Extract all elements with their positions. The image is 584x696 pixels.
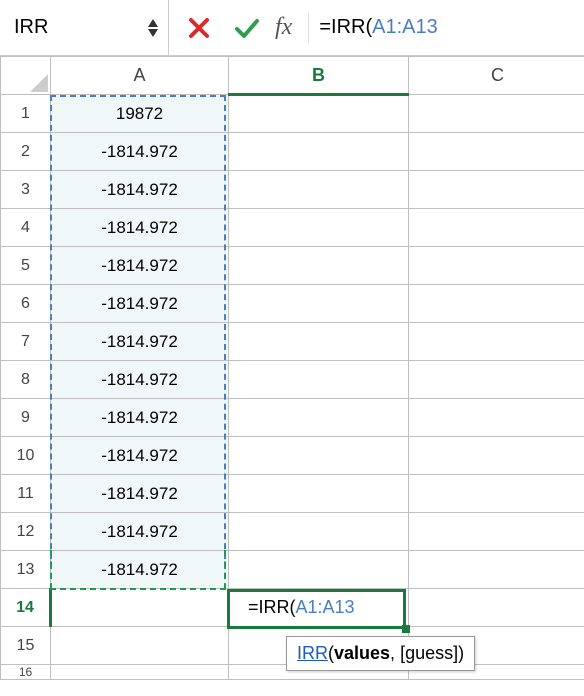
cell-b6[interactable] — [229, 285, 409, 323]
fx-label[interactable]: fx — [271, 14, 296, 41]
tooltip-arg-values[interactable]: values — [334, 643, 390, 663]
cell-b5[interactable] — [229, 247, 409, 285]
cell-c12[interactable] — [409, 513, 584, 551]
cell-a2[interactable]: -1814.972 — [51, 133, 229, 171]
cell-c7[interactable] — [409, 323, 584, 361]
select-all-corner[interactable] — [1, 57, 51, 95]
formula-input[interactable]: =IRR(A1:A13 — [315, 16, 580, 39]
cell-b2[interactable] — [229, 133, 409, 171]
cell-a13[interactable]: -1814.972 — [51, 551, 229, 589]
cell-a5[interactable]: -1814.972 — [51, 247, 229, 285]
cell-b12[interactable] — [229, 513, 409, 551]
row-header[interactable]: 10 — [1, 437, 51, 475]
spreadsheet-grid: A B C 119872 2-1814.972 3-1814.972 4-181… — [0, 56, 584, 680]
cell-b4[interactable] — [229, 209, 409, 247]
cell-a4[interactable]: -1814.972 — [51, 209, 229, 247]
cancel-button[interactable] — [175, 8, 223, 48]
check-icon — [234, 17, 260, 39]
row-header[interactable]: 4 — [1, 209, 51, 247]
cell-b13[interactable] — [229, 551, 409, 589]
cell-b7[interactable] — [229, 323, 409, 361]
col-header-a[interactable]: A — [51, 57, 229, 95]
cell-c9[interactable] — [409, 399, 584, 437]
cell-c5[interactable] — [409, 247, 584, 285]
col-header-c[interactable]: C — [409, 57, 584, 95]
cell-a12[interactable]: -1814.972 — [51, 513, 229, 551]
cell-b14[interactable] — [229, 589, 409, 627]
row-header[interactable]: 14 — [1, 589, 51, 627]
cell-a11[interactable]: -1814.972 — [51, 475, 229, 513]
cell-a15[interactable] — [51, 627, 229, 665]
column-header-row: A B C — [1, 57, 584, 95]
cell-a9[interactable]: -1814.972 — [51, 399, 229, 437]
formula-text-fn: =IRR( — [319, 16, 372, 38]
cell-b3[interactable] — [229, 171, 409, 209]
col-header-b[interactable]: B — [229, 57, 409, 95]
cell-c3[interactable] — [409, 171, 584, 209]
cell-a3[interactable]: -1814.972 — [51, 171, 229, 209]
cell-c10[interactable] — [409, 437, 584, 475]
chevron-down-icon — [146, 28, 160, 38]
cell-c13[interactable] — [409, 551, 584, 589]
cell-b1[interactable] — [229, 95, 409, 133]
cell-c11[interactable] — [409, 475, 584, 513]
cell-a14[interactable] — [51, 589, 229, 627]
row-header[interactable]: 15 — [1, 627, 51, 665]
cell-a1[interactable]: 19872 — [51, 95, 229, 133]
cell-b9[interactable] — [229, 399, 409, 437]
name-box-spinner[interactable] — [146, 18, 160, 38]
function-tooltip[interactable]: IRR(values, [guess]) — [286, 636, 475, 671]
row-header[interactable]: 12 — [1, 513, 51, 551]
confirm-button[interactable] — [223, 8, 271, 48]
cell-a7[interactable]: -1814.972 — [51, 323, 229, 361]
divider — [308, 13, 309, 43]
cell-a6[interactable]: -1814.972 — [51, 285, 229, 323]
cancel-icon — [188, 17, 210, 39]
grid-table[interactable]: A B C 119872 2-1814.972 3-1814.972 4-181… — [0, 56, 584, 680]
row-header[interactable]: 6 — [1, 285, 51, 323]
cell-a8[interactable]: -1814.972 — [51, 361, 229, 399]
cell-a10[interactable]: -1814.972 — [51, 437, 229, 475]
cell-a16[interactable] — [51, 665, 229, 680]
name-box[interactable]: IRR — [4, 0, 169, 55]
formula-icons: fx — [169, 8, 302, 48]
tooltip-arg-guess[interactable]: [guess] — [400, 643, 458, 663]
name-box-text: IRR — [14, 16, 146, 39]
row-header[interactable]: 2 — [1, 133, 51, 171]
cell-c1[interactable] — [409, 95, 584, 133]
cell-b8[interactable] — [229, 361, 409, 399]
cell-b11[interactable] — [229, 475, 409, 513]
formula-text-ref: A1:A13 — [372, 16, 438, 38]
row-header[interactable]: 9 — [1, 399, 51, 437]
row-header[interactable]: 7 — [1, 323, 51, 361]
row-header[interactable]: 11 — [1, 475, 51, 513]
cell-c4[interactable] — [409, 209, 584, 247]
row-header[interactable]: 13 — [1, 551, 51, 589]
chevron-up-icon — [146, 18, 160, 28]
row-header[interactable]: 16 — [1, 665, 51, 680]
cell-c2[interactable] — [409, 133, 584, 171]
cell-c6[interactable] — [409, 285, 584, 323]
row-header[interactable]: 3 — [1, 171, 51, 209]
cell-b10[interactable] — [229, 437, 409, 475]
row-header[interactable]: 1 — [1, 95, 51, 133]
cell-c14[interactable] — [409, 589, 584, 627]
cell-c8[interactable] — [409, 361, 584, 399]
formula-bar: IRR fx =IRR(A1:A13 — [0, 0, 584, 56]
row-header[interactable]: 8 — [1, 361, 51, 399]
tooltip-fn-link[interactable]: IRR — [297, 643, 328, 663]
row-header[interactable]: 5 — [1, 247, 51, 285]
